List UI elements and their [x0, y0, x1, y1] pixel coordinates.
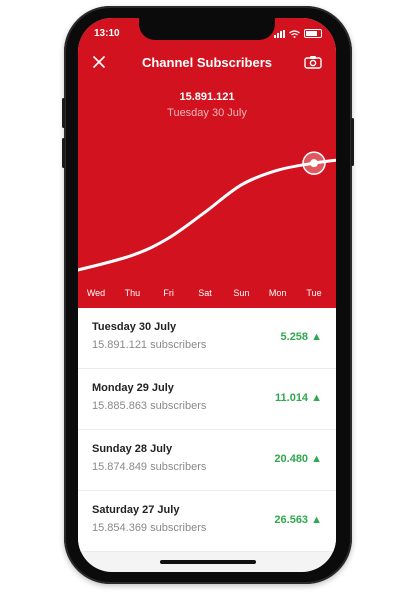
- wifi-icon: [289, 29, 300, 38]
- x-tick-label: Wed: [86, 288, 106, 298]
- subscribers-chart[interactable]: [78, 128, 336, 283]
- selected-date: Tuesday 30 July: [167, 107, 247, 119]
- signal-icon: [274, 29, 285, 38]
- phone-notch: [139, 18, 275, 40]
- header: 13:10 Channel Subscribers 15.891.121 Tue…: [78, 18, 336, 308]
- list-item-date: Monday 29 July: [92, 382, 174, 394]
- x-tick-label: Thu: [124, 288, 141, 298]
- list-item[interactable]: Tuesday 30 July 15.891.121 subscribers 5.2…: [78, 308, 336, 369]
- status-time: 13:10: [94, 28, 120, 39]
- list-item[interactable]: Sunday 28 July 15.874.849 subscribers 20.4…: [78, 430, 336, 491]
- list-item-subscribers: 15.874.849 subscribers: [92, 461, 207, 473]
- x-tick-label: Sat: [198, 288, 212, 298]
- camera-icon: [304, 56, 322, 69]
- selected-point: [310, 159, 318, 168]
- list-item-delta: 11.014 ▲: [275, 392, 322, 404]
- daily-list: Tuesday 30 July 15.891.121 subscribers 5.2…: [78, 308, 336, 552]
- status-icons: [274, 29, 322, 38]
- list-item-subscribers: 15.891.121 subscribers: [92, 339, 207, 351]
- list-item-delta: 5.258 ▲: [280, 331, 322, 343]
- phone-side-button: [351, 118, 354, 166]
- phone-side-button: [62, 138, 65, 168]
- page-title: Channel Subscribers: [141, 55, 273, 70]
- phone-side-button: [62, 98, 65, 128]
- list-item-delta: 20.480 ▲: [274, 453, 322, 465]
- series-line: [78, 158, 336, 272]
- list-item-date: Sunday 28 July: [92, 443, 173, 455]
- x-tick-label: Sun: [233, 288, 250, 298]
- list-item[interactable]: Monday 29 July 15.885.863 subscribers 11.0…: [78, 369, 336, 430]
- list-item-subscribers: 15.854.369 subscribers: [92, 522, 207, 534]
- selected-value: 15.891.121: [179, 91, 235, 103]
- list-item-date: Saturday 27 July: [92, 504, 180, 516]
- x-tick-label: Tue: [306, 288, 322, 298]
- list-item-date: Tuesday 30 July: [92, 321, 177, 333]
- list-item[interactable]: Saturday 27 July 15.854.369 subscribers 26…: [78, 491, 336, 552]
- list-item-subscribers: 15.885.863 subscribers: [92, 400, 207, 412]
- battery-icon: [304, 29, 322, 38]
- home-indicator: [160, 560, 256, 564]
- x-tick-label: Mon: [268, 288, 287, 298]
- app-screen: 13:10 Channel Subscribers 15.891.121 Tue…: [78, 18, 336, 572]
- camera-button[interactable]: [304, 55, 322, 69]
- x-tick-label: Fri: [163, 288, 174, 298]
- list-item-delta: 26.563 ▲: [274, 514, 322, 526]
- x-axis-labels: Wed Thu Fri Sat Sun Mon Tue: [78, 288, 336, 302]
